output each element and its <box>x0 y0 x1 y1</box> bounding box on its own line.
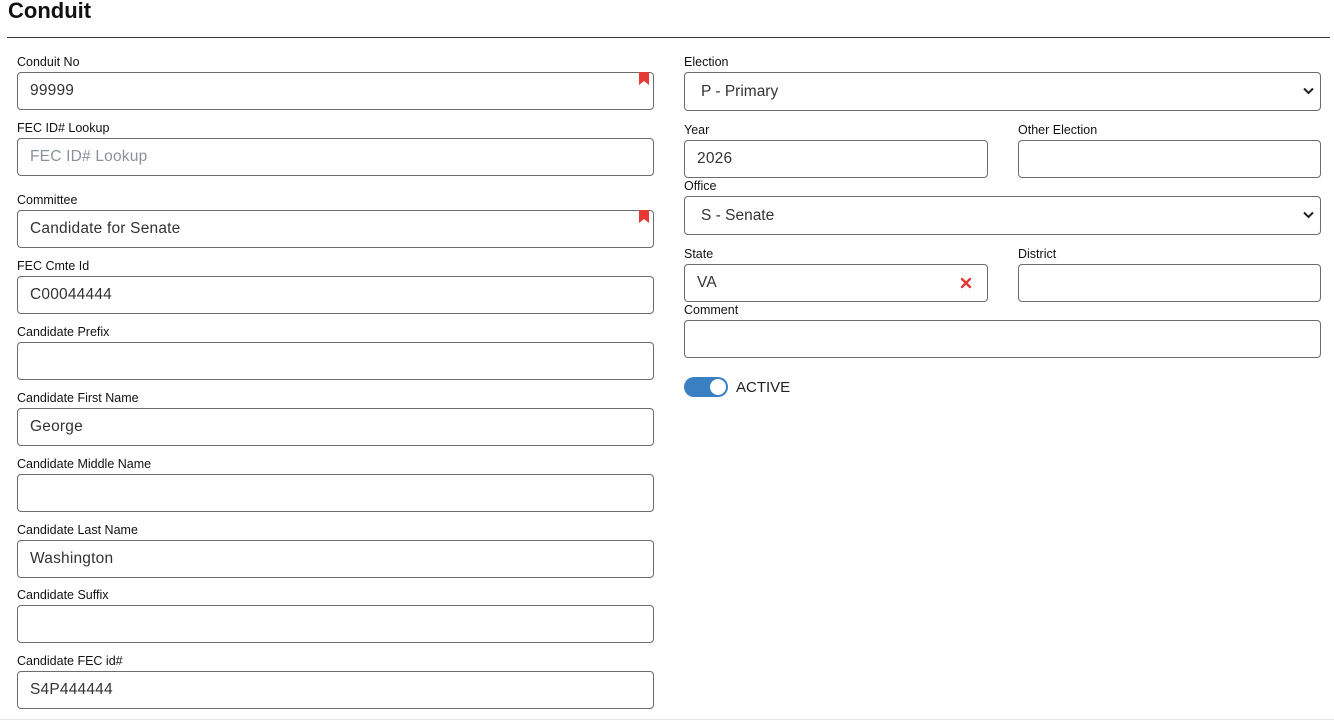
candidate-prefix-field: Candidate Prefix <box>17 324 654 380</box>
election-field: Election P - Primary <box>684 54 1321 111</box>
bookmark-icon <box>639 72 649 85</box>
election-value: P - Primary <box>701 83 779 100</box>
fec-lookup-field: FEC ID# Lookup <box>17 120 654 176</box>
candidate-fec-id-field: Candidate FEC id# <box>17 653 654 709</box>
conduit-no-input[interactable] <box>18 73 653 109</box>
active-toggle[interactable] <box>684 377 728 397</box>
conduit-no-field: Conduit No <box>17 54 654 110</box>
conduit-no-label: Conduit No <box>17 55 80 69</box>
year-input[interactable] <box>685 141 987 177</box>
state-input[interactable] <box>685 265 987 301</box>
candidate-first-name-label: Candidate First Name <box>17 391 139 405</box>
year-field: Year <box>684 122 988 178</box>
chevron-down-icon <box>1303 87 1314 95</box>
election-select[interactable]: P - Primary <box>684 72 1321 111</box>
candidate-first-name-input[interactable] <box>18 409 653 445</box>
fec-lookup-input[interactable] <box>18 139 653 175</box>
committee-field: Committee <box>17 192 654 248</box>
other-election-field: Other Election <box>1018 122 1321 178</box>
candidate-fec-id-input[interactable] <box>18 672 653 708</box>
state-label: State <box>684 247 714 261</box>
other-election-label: Other Election <box>1018 123 1098 137</box>
office-label: Office <box>684 179 717 193</box>
candidate-prefix-input[interactable] <box>18 343 653 379</box>
active-label: ACTIVE <box>736 379 791 396</box>
bookmark-icon <box>639 210 649 223</box>
election-label: Election <box>684 55 729 69</box>
committee-label: Committee <box>17 193 78 207</box>
candidate-middle-name-field: Candidate Middle Name <box>17 456 654 512</box>
state-field: State <box>684 246 988 302</box>
page-title: Conduit <box>8 0 92 23</box>
candidate-last-name-input[interactable] <box>18 541 653 577</box>
other-election-input[interactable] <box>1019 141 1320 177</box>
district-label: District <box>1018 247 1057 261</box>
candidate-suffix-label: Candidate Suffix <box>17 588 109 602</box>
fec-cmte-id-label: FEC Cmte Id <box>17 259 90 273</box>
candidate-suffix-input[interactable] <box>18 606 653 642</box>
candidate-middle-name-label: Candidate Middle Name <box>17 457 152 471</box>
office-value: S - Senate <box>701 207 775 224</box>
chevron-down-icon <box>1303 211 1314 219</box>
candidate-middle-name-input[interactable] <box>18 475 653 511</box>
bottom-divider <box>0 719 1334 720</box>
fec-lookup-label: FEC ID# Lookup <box>17 121 110 135</box>
candidate-fec-id-label: Candidate FEC id# <box>17 654 123 668</box>
candidate-first-name-field: Candidate First Name <box>17 390 654 446</box>
office-field: Office S - Senate <box>684 178 1321 235</box>
candidate-suffix-field: Candidate Suffix <box>17 587 654 643</box>
district-input[interactable] <box>1019 265 1320 301</box>
toggle-knob <box>710 379 726 395</box>
fec-cmte-id-field: FEC Cmte Id <box>17 258 654 314</box>
title-divider <box>7 37 1330 38</box>
district-field: District <box>1018 246 1321 302</box>
comment-field: Comment <box>684 302 1321 358</box>
comment-label: Comment <box>684 303 739 317</box>
candidate-last-name-label: Candidate Last Name <box>17 523 138 537</box>
office-select[interactable]: S - Senate <box>684 196 1321 235</box>
comment-input[interactable] <box>685 321 1320 357</box>
close-icon[interactable] <box>960 277 972 289</box>
fec-cmte-id-input[interactable] <box>18 277 653 313</box>
committee-input[interactable] <box>18 211 653 247</box>
year-label: Year <box>684 123 710 137</box>
candidate-prefix-label: Candidate Prefix <box>17 325 110 339</box>
candidate-last-name-field: Candidate Last Name <box>17 522 654 578</box>
